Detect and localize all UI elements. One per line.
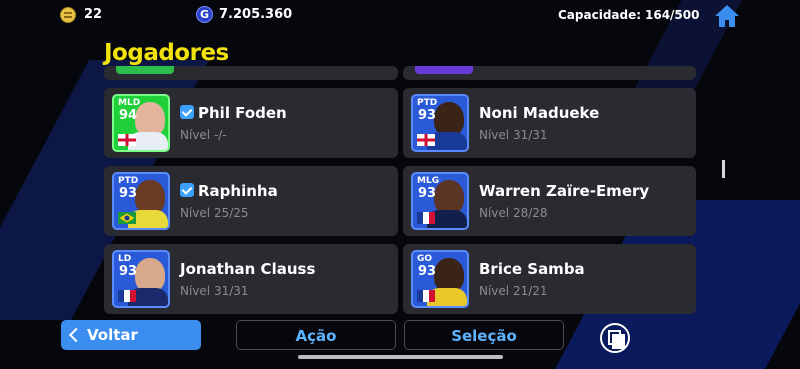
coin-balance: 22 xyxy=(84,7,103,22)
back-button[interactable]: Voltar xyxy=(61,320,201,350)
position-label: PTD xyxy=(417,98,438,108)
player-card-image: PTD 93 xyxy=(112,172,170,230)
coin-icon xyxy=(60,7,76,23)
card-thumbnail xyxy=(415,66,473,74)
scroll-indicator[interactable] xyxy=(722,160,725,178)
player-level: Nível 31/31 xyxy=(180,284,249,298)
player-level: Nível 25/25 xyxy=(180,206,249,220)
position-label: LD xyxy=(118,254,132,264)
rating-label: 93 xyxy=(418,264,437,279)
player-portrait xyxy=(135,258,165,292)
top-status-bar: 22 G 7.205.360 Capacidade: 164/500 xyxy=(0,0,800,32)
rating-label: 93 xyxy=(119,264,138,279)
england-flag-icon xyxy=(118,134,136,146)
player-card-partial[interactable] xyxy=(403,66,696,80)
chevron-left-icon xyxy=(68,327,84,343)
page-title: Jogadores xyxy=(104,40,229,66)
player-card[interactable]: GO 93 Brice Samba Nível 21/21 xyxy=(403,244,696,314)
player-portrait xyxy=(434,102,464,136)
rating-label: 93 xyxy=(418,108,437,123)
player-portrait xyxy=(434,258,464,292)
rating-label: 93 xyxy=(119,186,138,201)
player-name: Raphinha xyxy=(198,182,278,200)
player-level: Nível -/- xyxy=(180,128,227,142)
player-name: Warren Zaïre-Emery xyxy=(479,182,650,200)
position-label: MLD xyxy=(118,98,141,108)
player-name: Phil Foden xyxy=(198,104,287,122)
home-icon[interactable] xyxy=(714,4,740,28)
player-level: Nível 21/21 xyxy=(479,284,548,298)
position-label: GO xyxy=(417,254,433,264)
player-card-image: MLD 94 xyxy=(112,94,170,152)
player-card[interactable]: LD 93 Jonathan Clauss Nível 31/31 xyxy=(104,244,398,314)
rating-label: 94 xyxy=(119,108,138,123)
player-portrait xyxy=(135,180,165,214)
verified-icon xyxy=(180,105,194,119)
player-card[interactable]: PTD 93 Raphinha Nível 25/25 xyxy=(104,166,398,236)
bottom-action-bar: Voltar Ação Seleção xyxy=(0,318,800,369)
france-flag-icon xyxy=(118,290,136,302)
player-card[interactable]: MLG 93 Warren Zaïre-Emery Nível 28/28 xyxy=(403,166,696,236)
position-label: PTD xyxy=(118,176,139,186)
player-card-partial[interactable] xyxy=(104,66,398,80)
capacity-value: 164/500 xyxy=(645,8,700,22)
selection-button[interactable]: Seleção xyxy=(404,320,564,350)
card-thumbnail xyxy=(116,66,174,74)
verified-icon xyxy=(180,183,194,197)
player-card[interactable]: MLD 94 Phil Foden Nível -/- xyxy=(104,88,398,158)
france-flag-icon xyxy=(417,212,435,224)
copy-button[interactable] xyxy=(600,323,630,353)
player-card[interactable]: PTD 93 Noni Madueke Nível 31/31 xyxy=(403,88,696,158)
action-button[interactable]: Ação xyxy=(236,320,396,350)
player-card-image: LD 93 xyxy=(112,250,170,308)
position-label: MLG xyxy=(417,176,440,186)
player-name: Jonathan Clauss xyxy=(180,260,316,278)
france-flag-icon xyxy=(417,290,435,302)
player-name: Noni Madueke xyxy=(479,104,600,122)
gp-icon: G xyxy=(196,6,213,23)
rating-label: 93 xyxy=(418,186,437,201)
gp-balance: 7.205.360 xyxy=(219,7,293,22)
home-indicator-bar[interactable] xyxy=(298,355,503,359)
copy-icon xyxy=(612,334,625,349)
player-card-image: MLG 93 xyxy=(411,172,469,230)
player-level: Nível 31/31 xyxy=(479,128,548,142)
player-card-image: PTD 93 xyxy=(411,94,469,152)
player-name: Brice Samba xyxy=(479,260,585,278)
capacity-label: Capacidade: xyxy=(558,8,642,22)
england-flag-icon xyxy=(417,134,435,146)
player-level: Nível 28/28 xyxy=(479,206,548,220)
brazil-flag-icon xyxy=(118,212,136,224)
player-card-image: GO 93 xyxy=(411,250,469,308)
back-button-label: Voltar xyxy=(87,326,138,344)
